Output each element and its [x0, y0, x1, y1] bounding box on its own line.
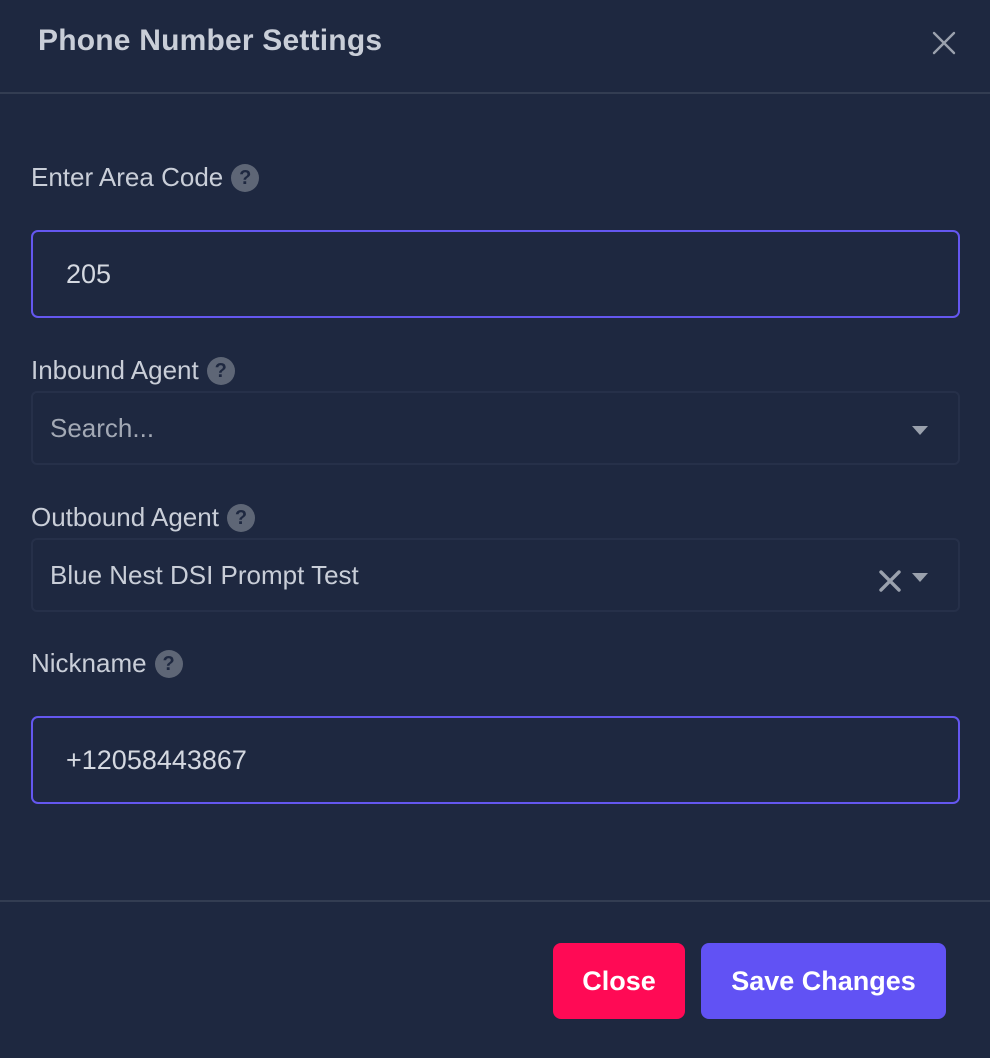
inbound-agent-placeholder: Search...	[50, 413, 155, 443]
area-code-input[interactable]	[33, 232, 958, 316]
area-code-input-wrapper	[31, 230, 960, 318]
close-button[interactable]: Close	[553, 943, 685, 1019]
clear-icon[interactable]	[878, 569, 902, 593]
outbound-agent-value: Blue Nest DSI Prompt Test	[50, 560, 359, 590]
inbound-agent-label-row: Inbound Agent ?	[31, 355, 235, 386]
outbound-agent-label-row: Outbound Agent ?	[31, 502, 255, 533]
nickname-input[interactable]	[33, 718, 958, 802]
outbound-agent-label: Outbound Agent	[31, 502, 219, 532]
help-circle-icon[interactable]: ?	[206, 356, 235, 385]
modal-header: Phone Number Settings	[0, 0, 990, 94]
phone-number-settings-modal: Phone Number Settings Enter Area Code ? …	[0, 0, 990, 1058]
help-circle-icon[interactable]: ?	[231, 163, 260, 192]
nickname-label-row: Nickname ?	[31, 648, 183, 679]
help-circle-icon[interactable]: ?	[226, 503, 255, 532]
inbound-agent-label: Inbound Agent	[31, 355, 199, 385]
chevron-down-icon[interactable]	[912, 426, 928, 435]
outbound-agent-select[interactable]: Blue Nest DSI Prompt Test	[31, 538, 960, 612]
close-icon[interactable]	[932, 31, 956, 55]
inbound-agent-select[interactable]: Search...	[31, 391, 960, 465]
nickname-input-wrapper	[31, 716, 960, 804]
area-code-label: Enter Area Code	[31, 162, 224, 192]
save-changes-button[interactable]: Save Changes	[701, 943, 946, 1019]
nickname-label: Nickname	[31, 648, 147, 678]
area-code-label-row: Enter Area Code ?	[31, 162, 260, 193]
chevron-down-icon[interactable]	[912, 573, 928, 582]
help-circle-icon[interactable]: ?	[154, 649, 183, 678]
footer-divider	[0, 900, 990, 902]
modal-title: Phone Number Settings	[38, 24, 383, 57]
